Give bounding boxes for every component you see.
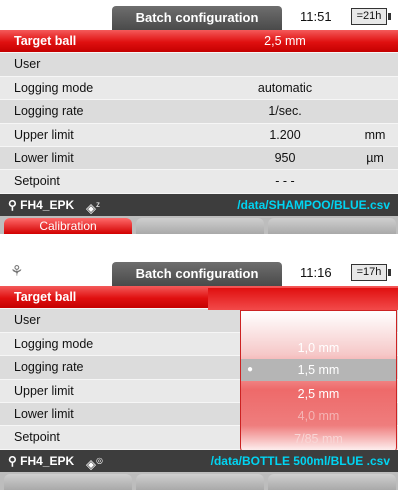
dropdown-option[interactable]: 2,5 mm <box>241 383 396 405</box>
row-label: Logging rate <box>14 360 84 375</box>
row-label: Target ball <box>14 34 77 48</box>
softkey-bar: Calibration <box>0 215 398 234</box>
row-label: Lower limit <box>14 150 74 165</box>
row-value: 2,5 mm <box>264 34 306 48</box>
device-label: FH4_EPK <box>20 453 75 468</box>
clock: 11:51 <box>300 9 332 24</box>
row-label: Upper limit <box>14 127 74 142</box>
softkey-3[interactable] <box>268 473 396 490</box>
row-value: automatic <box>257 80 313 95</box>
softkey-3[interactable] <box>268 217 396 234</box>
row-value: 950 <box>274 150 296 165</box>
usb-icon: ⚘ <box>10 263 24 280</box>
softkey-bar <box>0 471 398 490</box>
battery-indicator: =17h <box>351 264 391 281</box>
row-label: Upper limit <box>14 383 74 398</box>
row-label: Logging mode <box>14 336 94 351</box>
selected-dot-icon: ● <box>247 364 254 375</box>
file-path: /data/BOTTLE 500ml/BLUE .csv <box>210 453 390 468</box>
window-title: Batch configuration <box>112 262 282 286</box>
clock: 11:16 <box>300 265 332 280</box>
row-logging-rate[interactable]: Logging rate 1/sec. <box>0 100 398 124</box>
calibration-softkey[interactable]: Calibration <box>4 217 132 234</box>
row-lower-limit[interactable]: Lower limit 950 µm <box>0 146 398 171</box>
row-label: Logging mode <box>14 80 94 95</box>
target-ball-dropdown[interactable]: 1,0 mm ● 1,5 mm 2,5 mm 4,0 mm 7/85 mm <box>240 310 397 455</box>
screen-batch-config-2: ⚘ Batch configuration 11:16 =17h Target … <box>0 256 398 492</box>
dropdown-header <box>208 288 398 310</box>
row-setpoint[interactable]: Setpoint - - - <box>0 170 398 194</box>
status-bar: ⚲ FH4_EPK ◈z /data/SHAMPOO/BLUE.csv <box>0 193 398 216</box>
row-logging-mode[interactable]: Logging mode automatic <box>0 76 398 101</box>
window-title: Batch configuration <box>112 6 282 30</box>
top-bar: Batch configuration 11:51 =21h <box>0 0 398 30</box>
row-label: Setpoint <box>14 430 60 445</box>
row-value: 1.200 <box>269 127 301 142</box>
device-name: ⚲ FH4_EPK <box>8 194 74 216</box>
dropdown-option[interactable]: 7/85 mm <box>241 428 396 450</box>
dropdown-option[interactable]: 1,0 mm <box>241 337 396 359</box>
dropdown-option-selected[interactable]: ● 1,5 mm <box>241 359 396 381</box>
row-label: User <box>14 57 41 72</box>
softkey-1[interactable] <box>4 473 132 490</box>
softkey-2[interactable] <box>136 473 264 490</box>
row-target-ball[interactable]: Target ball 2,5 mm <box>0 30 398 54</box>
top-bar: ⚘ Batch configuration 11:16 =17h <box>0 256 398 286</box>
row-unit: mm <box>364 127 386 142</box>
probe-icon: ⚲ <box>8 453 17 468</box>
settings-list: Target ball 2,5 mm User Logging mode aut… <box>0 30 398 194</box>
row-value: - - - <box>275 174 295 189</box>
row-label: Logging rate <box>14 104 84 119</box>
screen-batch-config-1: Batch configuration 11:51 =21h Target ba… <box>0 0 398 242</box>
row-user[interactable]: User <box>0 53 398 77</box>
row-label: Lower limit <box>14 406 74 421</box>
probe-icon: ⚲ <box>8 197 17 212</box>
battery-indicator: =21h <box>351 8 391 25</box>
row-label: Setpoint <box>14 174 60 189</box>
row-value: 1/sec. <box>268 104 302 119</box>
softkey-2[interactable] <box>136 217 264 234</box>
row-unit: µm <box>366 150 384 165</box>
device-label: FH4_EPK <box>20 197 75 212</box>
device-name: ⚲ FH4_EPK <box>8 450 74 472</box>
row-upper-limit[interactable]: Upper limit 1.200 mm <box>0 123 398 147</box>
dropdown-option[interactable]: 4,0 mm <box>241 405 396 427</box>
row-label: Target ball <box>14 290 77 304</box>
status-bar: ⚲ FH4_EPK ◈◎ /data/BOTTLE 500ml/BLUE .cs… <box>0 449 398 472</box>
row-label: User <box>14 313 41 328</box>
file-path: /data/SHAMPOO/BLUE.csv <box>237 197 390 212</box>
